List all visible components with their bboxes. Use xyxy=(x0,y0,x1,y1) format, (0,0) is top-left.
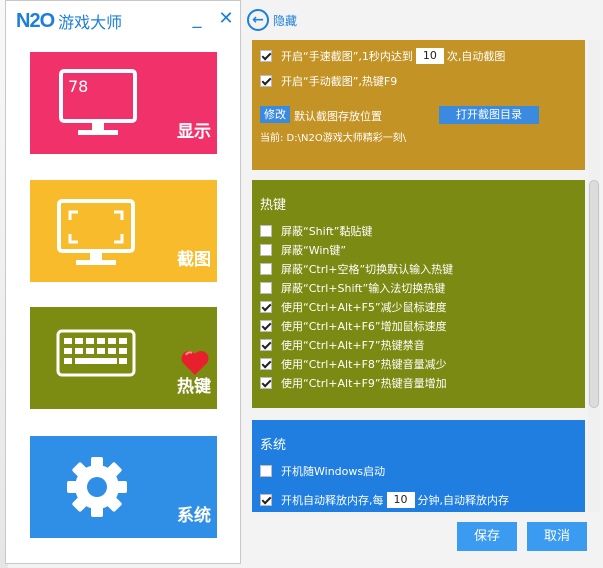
hotkey-checkbox[interactable] xyxy=(260,377,272,389)
hotkey-item-label: 屏蔽“Ctrl+Shift”输入法切换热键 xyxy=(281,282,446,295)
app-logo: N2O 游戏大师 xyxy=(16,8,122,34)
hotkey-item: 使用“Ctrl+Alt+F9”热键音量增加 xyxy=(260,375,447,391)
current-path-text: 当前: D:\N2O游戏大师精彩一刻\ xyxy=(260,133,407,144)
hotkey-checkbox[interactable] xyxy=(260,225,272,237)
manual-capture-row: 开启“手动截图”,热键F9 xyxy=(260,73,397,89)
auto-release-label: 开机自动释放内存,每 xyxy=(281,494,384,507)
display-value: 78 xyxy=(68,77,89,96)
hotkey-checkbox[interactable] xyxy=(260,244,272,256)
fast-capture-label-after: 次,自动截图 xyxy=(446,50,506,63)
gear-icon xyxy=(67,457,127,517)
hide-label[interactable]: 隐藏 xyxy=(273,12,297,29)
autostart-checkbox[interactable] xyxy=(260,465,272,477)
autostart-row: 开机随Windows启动 xyxy=(260,463,385,479)
system-settings-panel: 系统 开机随Windows启动 开机自动释放内存,每 10 分钟,自动释放内存 xyxy=(252,420,585,512)
screenshot-monitor-icon xyxy=(57,199,135,265)
keyboard-icon xyxy=(56,329,136,377)
hotkey-item-label: 使用“Ctrl+Alt+F7”热键禁音 xyxy=(281,339,425,352)
hotkey-checkbox[interactable] xyxy=(260,263,272,275)
tile-system[interactable]: 系统 xyxy=(30,436,217,538)
hotkey-item-label: 使用“Ctrl+Alt+F9”热键音量增加 xyxy=(281,377,447,390)
system-section-title: 系统 xyxy=(260,438,287,453)
auto-release-checkbox[interactable] xyxy=(260,494,272,506)
hotkey-checkbox[interactable] xyxy=(260,339,272,351)
open-screenshot-folder-button[interactable]: 打开截图目录 xyxy=(439,106,539,124)
hotkey-item: 屏蔽“Ctrl+空格”切换默认输入热键 xyxy=(260,261,453,277)
hotkey-item-label: 屏蔽“Shift”黏贴键 xyxy=(281,225,373,238)
hotkey-item: 屏蔽“Ctrl+Shift”输入法切换热键 xyxy=(260,280,445,296)
hotkey-item-label: 屏蔽“Ctrl+空格”切换默认输入热键 xyxy=(281,263,454,276)
tile-hotkey[interactable]: 热键 xyxy=(30,307,217,409)
hotkey-item: 屏蔽“Win键” xyxy=(260,242,346,258)
modify-button[interactable]: 修改 xyxy=(260,106,290,123)
hotkey-item: 屏蔽“Shift”黏贴键 xyxy=(260,223,372,239)
scrollbar-thumb[interactable] xyxy=(589,180,599,408)
fast-capture-count-input[interactable]: 10 xyxy=(415,48,444,64)
logo-mark: N2O xyxy=(16,9,55,32)
hotkey-item: 使用“Ctrl+Alt+F6”增加鼠标速度 xyxy=(260,318,447,334)
hotkey-checkbox[interactable] xyxy=(260,320,272,332)
hotkey-item: 使用“Ctrl+Alt+F7”热键禁音 xyxy=(260,337,425,353)
hotkey-item-label: 使用“Ctrl+Alt+F8”热键音量减少 xyxy=(281,358,447,371)
tile-display[interactable]: 78 显示 xyxy=(30,52,217,154)
back-arrow-icon[interactable]: ← xyxy=(247,9,269,31)
save-button[interactable]: 保存 xyxy=(457,522,517,551)
fast-capture-row: 开启“手速截图”,1秒内达到 10 次,自动截图 xyxy=(260,48,505,64)
auto-release-label-after: 分钟,自动释放内存 xyxy=(417,494,510,507)
hotkey-checkbox[interactable] xyxy=(260,358,272,370)
hotkey-settings-panel: 热键 屏蔽“Shift”黏贴键 屏蔽“Win键” 屏蔽“Ctrl+空格”切换默认… xyxy=(252,180,585,408)
hotkey-item-label: 屏蔽“Win键” xyxy=(281,244,347,257)
hotkey-checkbox[interactable] xyxy=(260,301,272,313)
app-title: 游戏大师 xyxy=(58,13,123,32)
screenshot-settings-panel: 开启“手速截图”,1秒内达到 10 次,自动截图 开启“手动截图”,热键F9 修… xyxy=(252,40,585,170)
fast-capture-label: 开启“手速截图”,1秒内达到 xyxy=(281,50,413,63)
tile-display-label: 显示 xyxy=(177,122,211,142)
auto-release-minutes-input[interactable]: 10 xyxy=(386,492,415,508)
close-button[interactable]: ✕ xyxy=(216,9,236,29)
manual-capture-label: 开启“手动截图”,热键F9 xyxy=(281,75,398,88)
tile-screenshot-label: 截图 xyxy=(177,250,211,270)
tile-screenshot[interactable]: 截图 xyxy=(30,180,217,282)
autostart-label: 开机随Windows启动 xyxy=(281,465,386,478)
save-location-label: 默认截图存放位置 xyxy=(294,110,382,123)
cancel-button[interactable]: 取消 xyxy=(527,522,587,551)
hotkey-item-label: 使用“Ctrl+Alt+F6”增加鼠标速度 xyxy=(281,320,447,333)
auto-release-row: 开机自动释放内存,每 10 分钟,自动释放内存 xyxy=(260,492,509,508)
hotkey-section-title: 热键 xyxy=(260,198,287,213)
hotkey-checkbox[interactable] xyxy=(260,282,272,294)
tile-hotkey-label: 热键 xyxy=(177,377,211,397)
sidebar: N2O 游戏大师 _ ✕ 78 显示 截图 热键 系统 xyxy=(5,0,241,564)
minimize-button[interactable]: _ xyxy=(187,9,207,29)
hotkey-item: 使用“Ctrl+Alt+F5”减少鼠标速度 xyxy=(260,299,447,315)
tile-system-label: 系统 xyxy=(177,506,211,526)
manual-capture-checkbox[interactable] xyxy=(260,75,272,87)
hotkey-item-label: 使用“Ctrl+Alt+F5”减少鼠标速度 xyxy=(281,301,447,314)
hotkey-item: 使用“Ctrl+Alt+F8”热键音量减少 xyxy=(260,356,447,372)
fast-capture-checkbox[interactable] xyxy=(260,50,272,62)
